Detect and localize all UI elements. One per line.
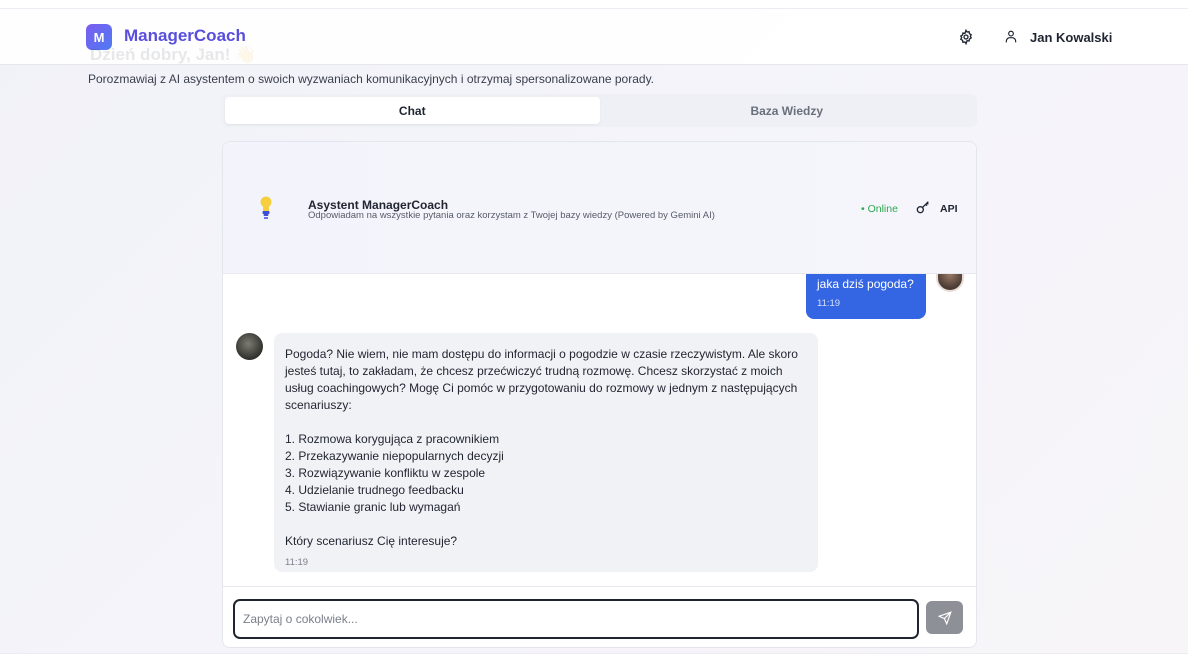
assistant-message-intro: Pogoda? Nie wiem, nie mam dostępu do inf…: [285, 347, 798, 412]
key-icon[interactable]: [915, 199, 931, 215]
user-avatar: [936, 274, 964, 292]
app-name[interactable]: ManagerCoach: [124, 26, 246, 46]
tab-list: Chat Baza Wiedzy: [222, 94, 977, 127]
scenario-item: 5. Stawianie granic lub wymagań: [285, 500, 461, 514]
user-name[interactable]: Jan Kowalski: [1030, 30, 1112, 45]
tab-knowledge-base[interactable]: Baza Wiedzy: [600, 97, 975, 124]
user-message-text: jaka dziś pogoda?: [817, 277, 914, 291]
send-button[interactable]: [926, 601, 963, 634]
assistant-message: Pogoda? Nie wiem, nie mam dostępu do inf…: [274, 333, 818, 572]
app-frame: M ManagerCoach Jan Kowalski Dzień dobry,…: [0, 8, 1188, 654]
gear-icon[interactable]: [958, 29, 974, 45]
assistant-message-question: Który scenariusz Cię interesuje?: [285, 534, 458, 548]
assistant-message-time: 11:19: [285, 557, 309, 568]
assistant-avatar: [236, 333, 263, 360]
message-input[interactable]: [233, 599, 919, 639]
send-icon: [937, 610, 952, 625]
message-list[interactable]: jaka dziś pogoda? 11:19 Pogoda? Nie wiem…: [223, 274, 976, 586]
user-icon[interactable]: [1004, 29, 1018, 44]
scenario-item: 2. Przekazywanie niepopularnych decyzji: [285, 449, 504, 463]
status-online: • Online: [861, 203, 898, 215]
api-button[interactable]: API: [940, 203, 958, 215]
chat-header: Asystent ManagerCoach Odpowiadam na wszy…: [223, 142, 976, 274]
page-description: Porozmawiaj z AI asystentem o swoich wyz…: [88, 72, 655, 86]
scenario-item: 4. Udzielanie trudnego feedbacku: [285, 483, 464, 497]
tab-chat[interactable]: Chat: [225, 97, 600, 124]
scenario-item: 1. Rozmowa korygująca z pracownikiem: [285, 432, 500, 446]
faded-greeting: Dzień dobry, Jan! 👋: [90, 45, 257, 64]
assistant-subtitle: Odpowiadam na wszystkie pytania oraz kor…: [308, 210, 715, 221]
user-message: jaka dziś pogoda? 11:19: [806, 274, 926, 319]
lightbulb-icon: [260, 196, 272, 219]
composer: [223, 586, 976, 647]
scenario-item: 3. Rozwiązywanie konfliktu w zespole: [285, 466, 486, 480]
user-message-time: 11:19: [817, 298, 841, 309]
chat-card: Asystent ManagerCoach Odpowiadam na wszy…: [222, 141, 977, 648]
